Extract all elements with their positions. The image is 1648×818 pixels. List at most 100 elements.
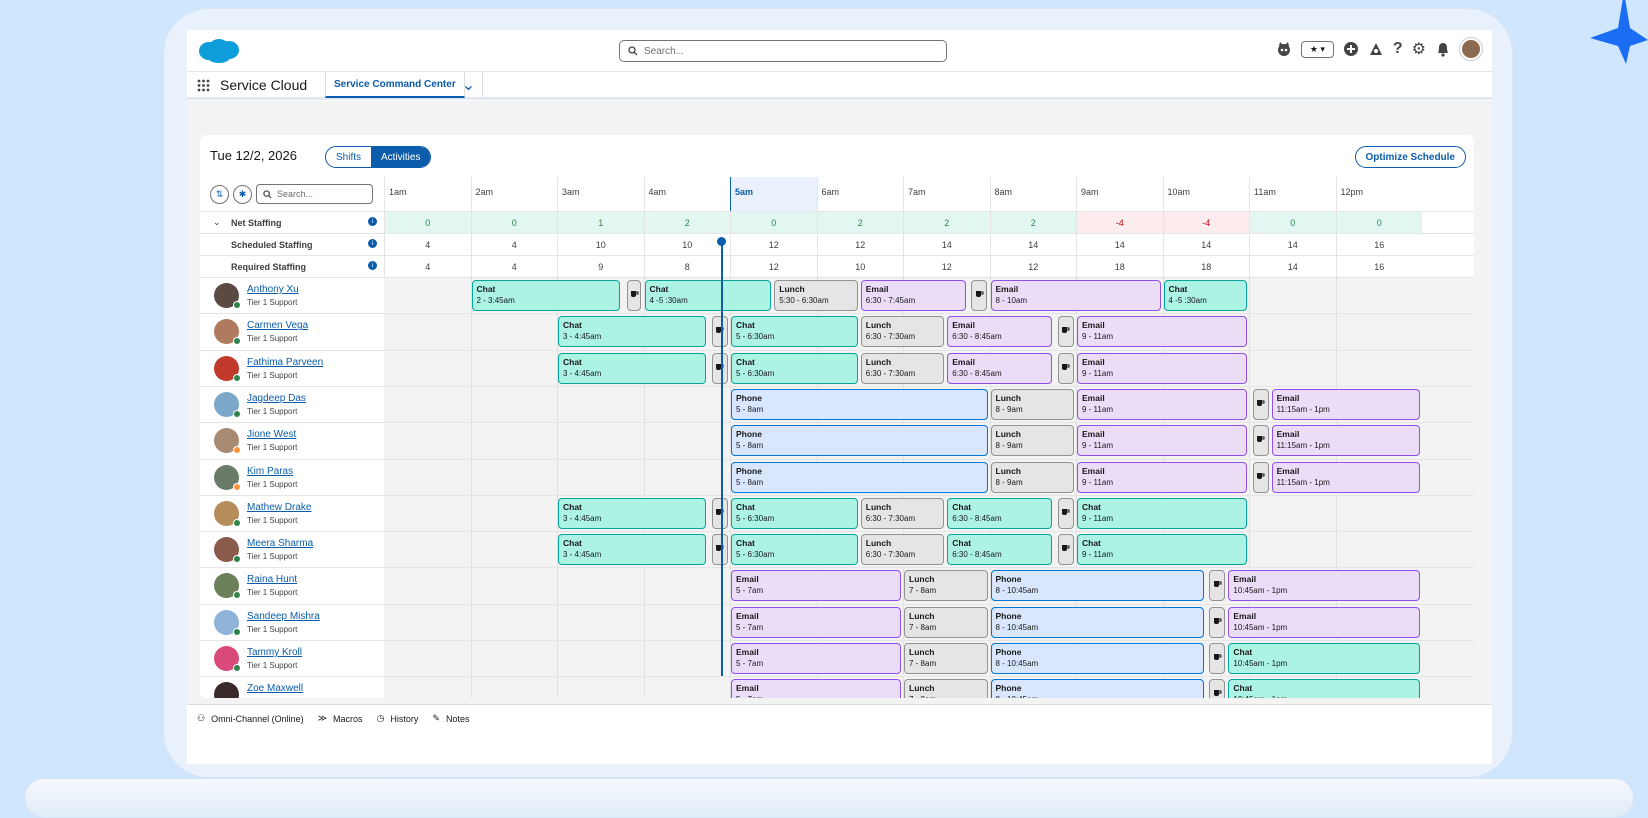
email-activity-block[interactable]: Email 10:45am - 1pm	[1228, 570, 1420, 602]
nav-menu-chevron-down-icon[interactable]: ⌄	[455, 72, 483, 98]
phone-activity-block[interactable]: Phone8 - 10:45am	[990, 679, 1204, 698]
utility-item-history[interactable]: ◷ History	[377, 713, 419, 724]
utility-item-notes[interactable]: ✎ Notes	[432, 713, 469, 724]
email-activity-block[interactable]: Email5 - 7am	[731, 679, 901, 698]
email-activity-block[interactable]: Email 11:15am - 1pm	[1271, 425, 1420, 457]
phone-activity-block[interactable]: Phone 5 - 8am	[731, 461, 988, 493]
lunch-activity-block[interactable]: Lunch 6:30 - 7:30am	[860, 534, 945, 566]
email-activity-block[interactable]: Email 11:15am - 1pm	[1271, 388, 1420, 420]
lunch-activity-block[interactable]: Lunch 8 - 9am	[990, 461, 1074, 493]
chat-activity-block[interactable]: Chat 3 - 4:45am	[558, 534, 707, 566]
phone-activity-block[interactable]: Phone8 - 10:45am	[990, 606, 1204, 638]
agent-name-link[interactable]: Jione West	[247, 429, 296, 440]
lunch-activity-block[interactable]: Lunch 6:30 - 7:30am	[860, 316, 945, 348]
email-activity-block[interactable]: Email 9 - 11am	[1077, 352, 1247, 384]
chat-activity-block[interactable]: Chat 5 - 6:30am	[731, 497, 858, 529]
chat-activity-block[interactable]: Chat 5 - 6:30am	[731, 352, 858, 384]
agentforce-icon[interactable]	[1276, 41, 1292, 57]
break-block[interactable]	[971, 280, 988, 311]
email-activity-block[interactable]: Email5 - 7am	[731, 570, 901, 602]
lunch-activity-block[interactable]: Lunch7 - 8am	[904, 570, 988, 602]
agent-search-input[interactable]: Search...	[256, 184, 373, 204]
agent-name-link[interactable]: Mathew Drake	[247, 502, 311, 513]
toggle-shifts[interactable]: Shifts	[326, 147, 371, 167]
phone-activity-block[interactable]: Phone 5 - 8am	[731, 425, 988, 457]
favorites-icon[interactable]: ★ ▾	[1300, 40, 1334, 58]
chat-activity-block[interactable]: Chat 5 - 6:30am	[731, 534, 858, 566]
utility-item-omni-channel[interactable]: ⚇ Omni-Channel (Online)	[197, 713, 304, 724]
break-block[interactable]	[711, 534, 728, 566]
agent-name-link[interactable]: Raina Hunt	[247, 574, 297, 585]
chat-activity-block[interactable]: Chat10:45am - 1pm	[1228, 679, 1420, 698]
email-activity-block[interactable]: Email 6:30 - 8:45am	[947, 352, 1053, 384]
break-block[interactable]	[1252, 461, 1269, 493]
chat-activity-block[interactable]: Chat 3 - 4:45am	[558, 497, 707, 529]
app-launcher-icon[interactable]	[197, 79, 210, 92]
chat-activity-block[interactable]: Chat 9 - 11am	[1077, 497, 1247, 529]
email-activity-block[interactable]: Email 8 - 10am	[990, 280, 1161, 311]
lunch-activity-block[interactable]: Lunch 6:30 - 7:30am	[860, 352, 945, 384]
info-icon[interactable]: i	[368, 261, 377, 270]
lunch-activity-block[interactable]: Lunch7 - 8am	[904, 606, 988, 638]
agent-name-link[interactable]: Meera Sharma	[247, 538, 313, 549]
chat-activity-block[interactable]: Chat 6:30 - 8:45am	[947, 497, 1053, 529]
info-icon[interactable]: i	[368, 217, 377, 226]
help-icon[interactable]: ?	[1393, 40, 1403, 58]
chat-activity-block[interactable]: Chat 3 - 4:45am	[558, 352, 707, 384]
break-block[interactable]	[1057, 534, 1074, 566]
break-block[interactable]	[1209, 570, 1226, 602]
break-block[interactable]	[1252, 388, 1269, 420]
lunch-activity-block[interactable]: Lunch 8 - 9am	[990, 388, 1074, 420]
lunch-activity-block[interactable]: Lunch 8 - 9am	[990, 425, 1074, 457]
collapse-chevron-icon[interactable]: ⌄	[213, 217, 221, 228]
break-block[interactable]	[1209, 643, 1226, 674]
break-block[interactable]	[627, 280, 642, 311]
lunch-activity-block[interactable]: Lunch 6:30 - 7:30am	[860, 497, 945, 529]
phone-activity-block[interactable]: Phone 5 - 8am	[731, 388, 988, 420]
tab-service-command-center[interactable]: Service Command Center	[325, 72, 465, 98]
break-block[interactable]	[711, 316, 728, 348]
avatar[interactable]	[214, 682, 239, 698]
break-block[interactable]	[1252, 425, 1269, 457]
email-activity-block[interactable]: Email 11:15am - 1pm	[1271, 461, 1420, 493]
add-icon[interactable]	[1343, 41, 1359, 57]
email-activity-block[interactable]: Email 9 - 11am	[1077, 425, 1247, 457]
email-activity-block[interactable]: Email 6:30 - 7:45am	[860, 280, 966, 311]
lunch-activity-block[interactable]: Lunch7 - 8am	[904, 679, 988, 698]
settings-icon[interactable]: ✱	[233, 184, 252, 204]
lunch-activity-block[interactable]: Lunch7 - 8am	[904, 643, 988, 674]
agent-name-link[interactable]: Carmen Vega	[247, 320, 308, 331]
break-block[interactable]	[1209, 606, 1226, 638]
agent-name-link[interactable]: Anthony Xu	[247, 284, 299, 295]
chat-activity-block[interactable]: Chat 9 - 11am	[1077, 534, 1247, 566]
email-activity-block[interactable]: Email5 - 7am	[731, 643, 901, 674]
email-activity-block[interactable]: Email5 - 7am	[731, 606, 901, 638]
salesforce-logo[interactable]	[197, 37, 241, 65]
agent-name-link[interactable]: Fathima Parveen	[247, 357, 323, 368]
email-activity-block[interactable]: Email 6:30 - 8:45am	[947, 316, 1053, 348]
agent-name-link[interactable]: Jagdeep Das	[247, 393, 306, 404]
email-activity-block[interactable]: Email 9 - 11am	[1077, 461, 1247, 493]
bell-icon[interactable]	[1435, 41, 1451, 57]
chat-activity-block[interactable]: Chat 5 - 6:30am	[731, 316, 858, 348]
break-block[interactable]	[1209, 679, 1226, 698]
agent-name-link[interactable]: Kim Paras	[247, 466, 293, 477]
info-icon[interactable]: i	[368, 239, 377, 248]
lunch-activity-block[interactable]: Lunch 5:30 - 6:30am	[774, 280, 858, 311]
break-block[interactable]	[711, 497, 728, 529]
phone-activity-block[interactable]: Phone8 - 10:45am	[990, 643, 1204, 674]
phone-activity-block[interactable]: Phone8 - 10:45am	[990, 570, 1204, 602]
user-avatar[interactable]	[1460, 38, 1482, 60]
chat-activity-block[interactable]: Chat10:45am - 1pm	[1228, 643, 1420, 674]
agent-name-link[interactable]: Zoe Maxwell	[247, 683, 303, 694]
sort-icon[interactable]: ⇅	[210, 184, 229, 204]
utility-item-macros[interactable]: ≫ Macros	[318, 713, 363, 724]
email-activity-block[interactable]: Email 9 - 11am	[1077, 388, 1247, 420]
email-activity-block[interactable]: Email 9 - 11am	[1077, 316, 1247, 348]
agent-name-link[interactable]: Tammy Kroll	[247, 647, 302, 658]
gear-icon[interactable]: ⚙	[1412, 39, 1426, 59]
agent-name-link[interactable]: Sandeep Mishra	[247, 611, 320, 622]
break-block[interactable]	[1057, 497, 1074, 529]
toggle-activities[interactable]: Activities	[371, 147, 431, 167]
optimize-schedule-button[interactable]: Optimize Schedule	[1354, 146, 1466, 168]
